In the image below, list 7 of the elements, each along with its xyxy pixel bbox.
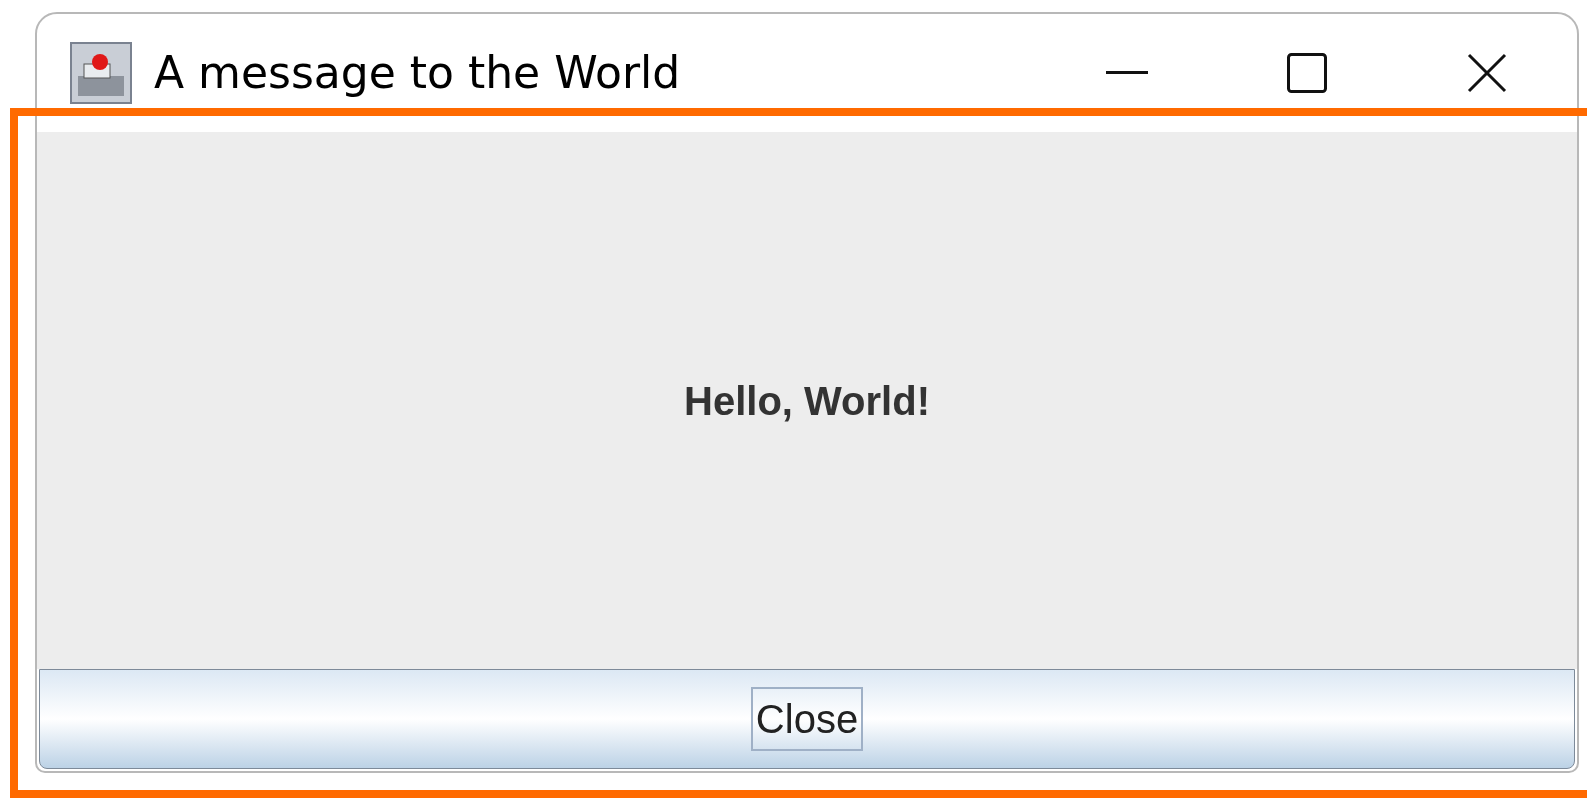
app-icon xyxy=(70,42,132,104)
close-icon xyxy=(1467,53,1507,93)
dialog-button[interactable]: Close xyxy=(39,669,1575,769)
window-title: A message to the World xyxy=(154,46,681,100)
message-text: Hello, World! xyxy=(684,377,930,425)
maximize-icon xyxy=(1287,53,1327,93)
minimize-icon xyxy=(1106,71,1148,75)
